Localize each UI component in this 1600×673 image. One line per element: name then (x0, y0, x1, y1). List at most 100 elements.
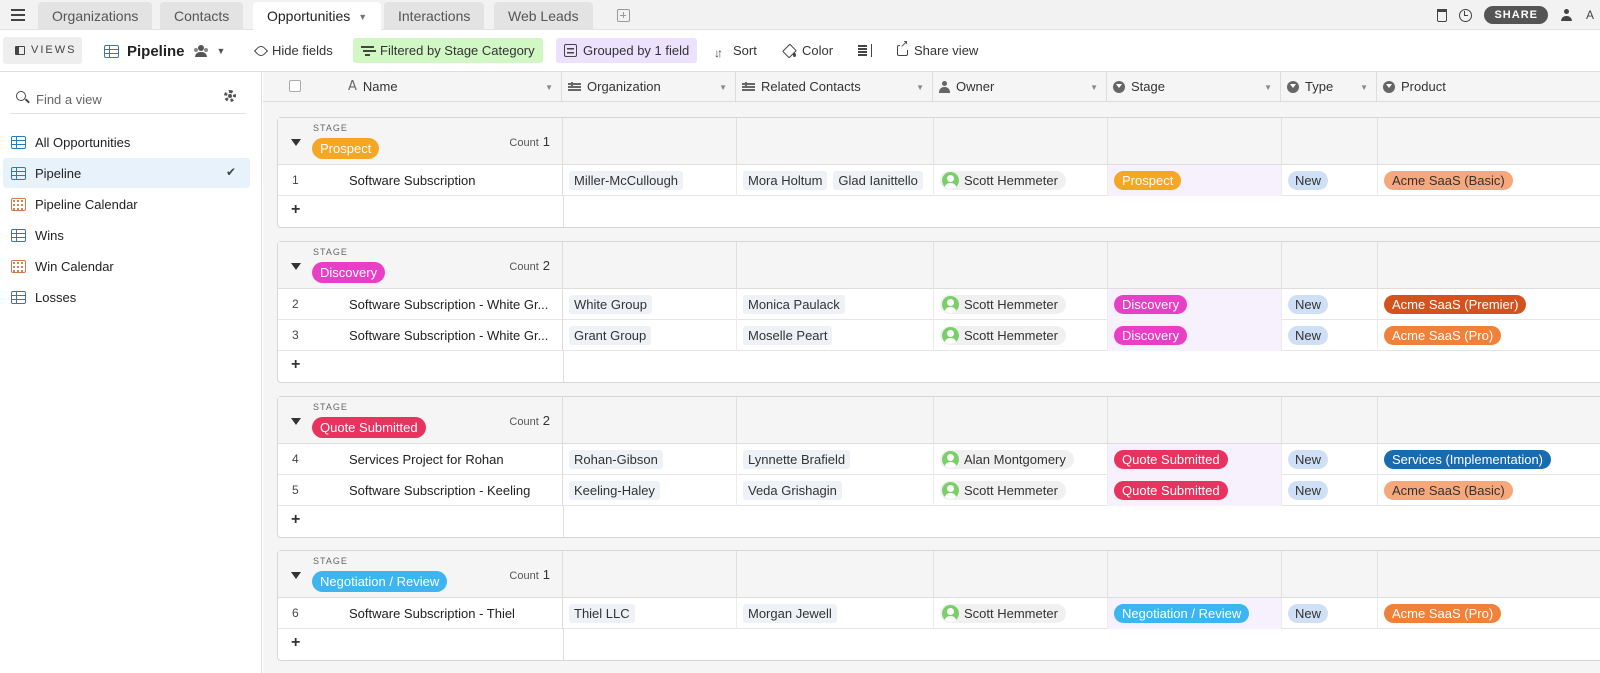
chevron-down-icon[interactable]: ▼ (719, 73, 727, 103)
sidebar-item-win-calendar[interactable]: Win Calendar (3, 251, 250, 281)
plus-icon[interactable]: + (291, 634, 300, 652)
cell-name[interactable]: Services Project for Rohan (278, 444, 563, 475)
linked-record-chip[interactable]: Monica Paulack (743, 295, 845, 314)
cell-stage[interactable]: Quote Submitted (1108, 444, 1282, 475)
cell-owner[interactable]: Scott Hemmeter (934, 475, 1108, 506)
cell-type[interactable]: New (1282, 320, 1378, 351)
cell-type[interactable]: New (1282, 289, 1378, 320)
cell-product[interactable]: Acme SaaS (Basic) (1378, 165, 1600, 196)
hamburger-menu-icon[interactable] (10, 7, 26, 23)
cell-stage[interactable]: Discovery (1108, 289, 1282, 320)
tab-opportunities[interactable]: Opportunities ▼ (253, 2, 382, 31)
owner-chip[interactable]: Alan Montgomery (940, 450, 1074, 469)
cell-organization[interactable]: White Group (563, 289, 737, 320)
sidebar-item-losses[interactable]: Losses (3, 282, 250, 312)
cell-stage[interactable]: Negotiation / Review (1108, 598, 1282, 629)
color-button[interactable]: Color (775, 38, 841, 63)
owner-chip[interactable]: Scott Hemmeter (940, 326, 1066, 345)
history-icon[interactable] (1459, 8, 1473, 22)
linked-record-chip[interactable]: Moselle Peart (743, 326, 833, 345)
cell-related-contacts[interactable]: Lynnette Brafield (737, 444, 934, 475)
cell-related-contacts[interactable]: Morgan Jewell (737, 598, 934, 629)
collapse-triangle-icon[interactable] (291, 418, 301, 425)
owner-chip[interactable]: Scott Hemmeter (940, 171, 1066, 190)
views-toggle-button[interactable]: VIEWS (3, 37, 82, 64)
cell-name[interactable]: Software Subscription - White Gr... (278, 320, 563, 351)
cell-related-contacts[interactable]: Veda Grishagin (737, 475, 934, 506)
add-record-row[interactable]: + (278, 351, 1600, 382)
add-table-icon[interactable] (617, 9, 630, 22)
cell-owner[interactable]: Scott Hemmeter (934, 289, 1108, 320)
cell-name[interactable]: Software Subscription - Keeling (278, 475, 563, 506)
cell-name[interactable]: Software Subscription (278, 165, 563, 196)
table-row[interactable]: 5 Software Subscription - Keeling Keeling-… (278, 475, 1600, 506)
share-view-button[interactable]: Share view (889, 38, 986, 63)
chevron-down-icon[interactable]: ▼ (1360, 73, 1368, 103)
cell-owner[interactable]: Alan Montgomery (934, 444, 1108, 475)
cell-organization[interactable]: Miller-McCullough (563, 165, 737, 196)
group-button[interactable]: Grouped by 1 field (556, 38, 698, 63)
cell-organization[interactable]: Keeling-Haley (563, 475, 737, 506)
linked-record-chip[interactable]: Lynnette Brafield (743, 450, 851, 469)
chevron-down-icon[interactable]: ▼ (545, 73, 553, 103)
cell-product[interactable]: Acme SaaS (Pro) (1378, 598, 1600, 629)
chevron-down-icon[interactable]: ▼ (1264, 73, 1272, 103)
cell-owner[interactable]: Scott Hemmeter (934, 320, 1108, 351)
linked-record-chip[interactable]: Veda Grishagin (743, 481, 842, 500)
hide-fields-button[interactable]: Hide fields (248, 38, 341, 63)
row-height-button[interactable] (850, 38, 881, 63)
tab-web-leads[interactable]: Web Leads (494, 2, 593, 30)
cell-stage[interactable]: Quote Submitted (1108, 475, 1282, 506)
find-view-input[interactable] (36, 89, 216, 109)
cell-type[interactable]: New (1282, 165, 1378, 196)
linked-record-chip[interactable]: Morgan Jewell (743, 604, 837, 623)
plus-icon[interactable]: + (291, 511, 300, 529)
column-header-product[interactable]: Product▼ (1377, 72, 1600, 102)
table-row[interactable]: 6 Software Subscription - Thiel Thiel LLC M… (278, 598, 1600, 629)
tab-interactions[interactable]: Interactions (384, 2, 485, 30)
column-header-related-contacts[interactable]: Related Contacts ▼ (736, 72, 933, 102)
column-header-owner[interactable]: Owner ▼ (933, 72, 1107, 102)
chevron-down-icon[interactable]: ▼ (916, 73, 924, 103)
view-switcher[interactable]: Pipeline ▼ (104, 41, 225, 61)
plus-icon[interactable]: + (291, 356, 300, 374)
trash-icon[interactable] (1437, 8, 1448, 22)
cell-related-contacts[interactable]: Moselle Peart (737, 320, 934, 351)
cell-related-contacts[interactable]: Monica Paulack (737, 289, 934, 320)
share-button[interactable]: SHARE (1484, 6, 1548, 24)
cell-type[interactable]: New (1282, 598, 1378, 629)
owner-chip[interactable]: Scott Hemmeter (940, 481, 1066, 500)
cell-organization[interactable]: Rohan-Gibson (563, 444, 737, 475)
linked-record-chip[interactable]: Keeling-Haley (569, 481, 660, 500)
cell-type[interactable]: New (1282, 475, 1378, 506)
column-header-type[interactable]: Type ▼ (1281, 72, 1377, 102)
cell-owner[interactable]: Scott Hemmeter (934, 598, 1108, 629)
cell-product[interactable]: Acme SaaS (Basic) (1378, 475, 1600, 506)
tab-organizations[interactable]: Organizations (38, 2, 153, 30)
sidebar-item-all-opportunities[interactable]: All Opportunities (3, 127, 250, 157)
table-row[interactable]: 3 Software Subscription - White Gr... Gran… (278, 320, 1600, 351)
column-header-organization[interactable]: Organization ▼ (562, 72, 736, 102)
linked-record-chip[interactable]: White Group (569, 295, 652, 314)
linked-record-chip[interactable]: Thiel LLC (569, 604, 635, 623)
column-header-stage[interactable]: Stage ▼ (1107, 72, 1281, 102)
cell-product[interactable]: Acme SaaS (Pro) (1378, 320, 1600, 351)
add-record-row[interactable]: + (278, 629, 1600, 660)
column-header-name[interactable]: A Name ▼ (342, 72, 562, 102)
cell-name[interactable]: Software Subscription - Thiel (278, 598, 563, 629)
cell-stage[interactable]: Prospect (1108, 165, 1282, 196)
linked-record-chip[interactable]: Miller-McCullough (569, 171, 684, 190)
sort-button[interactable]: Sort (706, 38, 765, 66)
table-row[interactable]: 2 Software Subscription - White Gr... Whit… (278, 289, 1600, 320)
owner-chip[interactable]: Scott Hemmeter (940, 295, 1066, 314)
owner-chip[interactable]: Scott Hemmeter (940, 604, 1066, 623)
linked-record-chip[interactable]: Glad Ianittello (833, 171, 923, 190)
collapse-triangle-icon[interactable] (291, 139, 301, 146)
sidebar-item-wins[interactable]: Wins (3, 220, 250, 250)
table-row[interactable]: 4 Services Project for Rohan Rohan-Gibson L… (278, 444, 1600, 475)
sidebar-item-pipeline-calendar[interactable]: Pipeline Calendar (3, 189, 250, 219)
add-record-row[interactable]: + (278, 196, 1600, 227)
collapse-triangle-icon[interactable] (291, 263, 301, 270)
avatar[interactable]: A (1586, 8, 1594, 22)
linked-record-chip[interactable]: Mora Holtum (743, 171, 828, 190)
